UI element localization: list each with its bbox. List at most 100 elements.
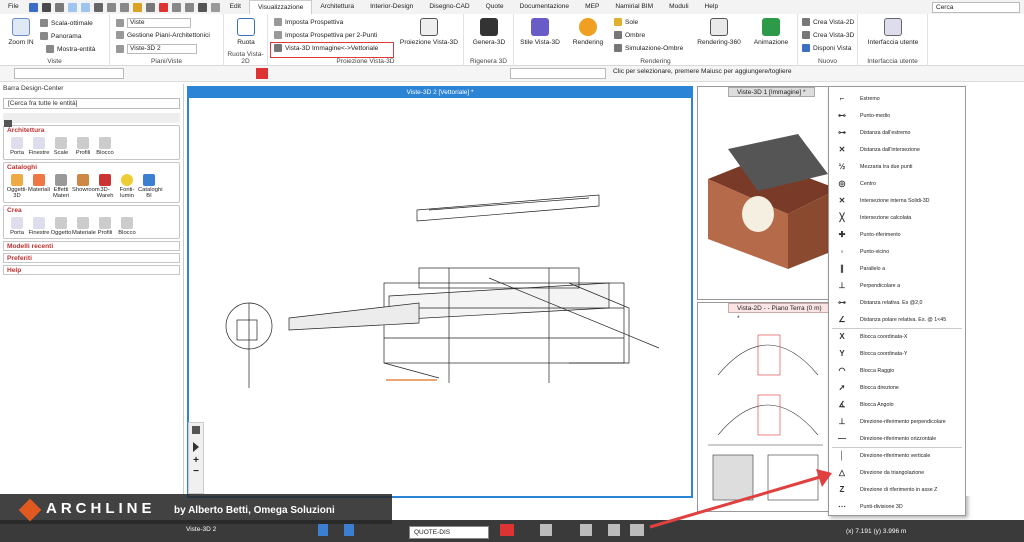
home-icon[interactable]: [4, 120, 12, 127]
crea-finestre[interactable]: Finestre: [28, 216, 50, 237]
rotate-icon[interactable]: [171, 2, 181, 12]
snap-item[interactable]: ➚ Blocca direzione: [829, 379, 965, 396]
stile-vista-button[interactable]: Stile Vista-3D: [516, 18, 564, 46]
paste-icon[interactable]: [119, 2, 129, 12]
animazione-button[interactable]: Animazione: [748, 18, 794, 46]
command-field[interactable]: [510, 68, 606, 79]
snap-item[interactable]: ⊶ Distanza dall'estremo: [829, 124, 965, 141]
scala-ottimale-button[interactable]: Scala-ottimale: [40, 19, 93, 27]
crea-materiale[interactable]: Materiale: [72, 216, 96, 237]
select-icon[interactable]: [93, 2, 103, 12]
view-selector[interactable]: Viste-3D 2: [186, 526, 216, 533]
item-blocco[interactable]: Blocco: [94, 136, 116, 157]
tab-architettura[interactable]: Architettura: [312, 0, 362, 14]
snap-item[interactable]: ✕ Intersezione interna Solidi-3D: [829, 192, 965, 209]
zoom-minus-icon[interactable]: −: [189, 466, 203, 477]
snap-item[interactable]: Z Direzione di riferimento in asse Z: [829, 481, 965, 498]
tab-moduli[interactable]: Moduli: [661, 0, 696, 14]
tab-documentazione[interactable]: Documentazione: [512, 0, 577, 14]
item-porta[interactable]: Porta: [6, 136, 28, 157]
crea-blocco[interactable]: Blocco: [116, 216, 138, 237]
snap-item[interactable]: ∠ Distanza polare relativa. Es. @ 1<45: [829, 311, 965, 328]
layer-field[interactable]: [14, 68, 124, 79]
tab-edit[interactable]: Edit: [222, 0, 249, 14]
item-fonti-lumin[interactable]: Fonti-lumin: [116, 173, 138, 200]
paint-icon[interactable]: [132, 2, 142, 12]
gestione-piani-button[interactable]: Gestione Piani-Architettonici: [116, 31, 210, 39]
redo-icon[interactable]: [80, 2, 90, 12]
section-help[interactable]: Help: [3, 265, 180, 275]
item-effetti[interactable]: Effetti Materi: [50, 173, 72, 200]
item-finestre[interactable]: Finestre: [28, 136, 50, 157]
tab-namirial-bim[interactable]: Namirial BIM: [607, 0, 661, 14]
item-profili[interactable]: Profili: [72, 136, 94, 157]
tab-interior-design[interactable]: Interior-Design: [362, 0, 421, 14]
snap-item[interactable]: ⋯ Punti-divisione 3D: [829, 498, 965, 515]
undo-icon[interactable]: [67, 2, 77, 12]
print-icon[interactable]: [54, 2, 64, 12]
ruota-button[interactable]: Ruota: [228, 18, 264, 46]
item-3d-wareh[interactable]: 3D-Wareh: [94, 173, 116, 200]
tab-disegno-cad[interactable]: Disegno-CAD: [421, 0, 477, 14]
search-input[interactable]: Cerca: [932, 2, 1020, 13]
snap-item[interactable]: │ Direzione-riferimento verticale: [829, 447, 965, 464]
section-preferiti[interactable]: Preferiti: [3, 253, 180, 263]
rendering-360-button[interactable]: Rendering-360: [692, 18, 746, 46]
snap-toggle-icon[interactable]: [580, 524, 592, 536]
vista-dropdown[interactable]: Viste-3D 2: [116, 44, 197, 54]
save-icon[interactable]: [41, 2, 51, 12]
snap-item[interactable]: △ Direzione da triangolazione: [829, 464, 965, 481]
snap-item[interactable]: ◦ Punto-vicino: [829, 243, 965, 260]
disponi-vista-button[interactable]: Disponi Vista: [802, 44, 851, 52]
viste-dropdown[interactable]: Viste: [116, 18, 191, 28]
snap-item[interactable]: ◠ Blocca Raggio: [829, 362, 965, 379]
item-materiali[interactable]: Materiali: [28, 173, 50, 200]
interfaccia-utente-button[interactable]: Interfaccia utente: [862, 18, 924, 46]
snap-item[interactable]: ✕ Distanza dall'intersezione: [829, 141, 965, 158]
snap-item[interactable]: ⊥ Perpendicolare a: [829, 277, 965, 294]
move-icon[interactable]: [145, 2, 155, 12]
north-icon[interactable]: [540, 524, 552, 536]
eraser-icon[interactable]: [500, 524, 514, 536]
snap-item[interactable]: ½ Mezzaria tra due punti: [829, 158, 965, 175]
item-showroom[interactable]: Showroom: [72, 173, 100, 200]
zoom-plus-icon[interactable]: +: [189, 455, 203, 466]
snap-item[interactable]: ⌐ Estremo: [829, 90, 965, 107]
tab-mep[interactable]: MEP: [577, 0, 607, 14]
down-arrow-icon[interactable]: [344, 524, 354, 536]
crea-profili[interactable]: Profili: [94, 216, 116, 237]
imposta-2-punti-button[interactable]: Imposta Prospettiva per 2-Punti: [274, 31, 377, 39]
ombre-button[interactable]: Ombre: [614, 31, 645, 39]
crea-porta[interactable]: Porta: [6, 216, 28, 237]
new-icon[interactable]: [28, 2, 38, 12]
snap-item[interactable]: ⊶ Distanza relativa. Es @2,0: [829, 294, 965, 311]
crea-vista-3d-button[interactable]: Crea Vista-3D: [802, 31, 854, 39]
up-arrow-icon[interactable]: [318, 524, 328, 536]
rendering-button[interactable]: Rendering: [566, 18, 610, 46]
genera-3d-button[interactable]: Genera-3D: [468, 18, 510, 46]
crea-oggetto[interactable]: Oggetto: [50, 216, 72, 237]
tab-help[interactable]: Help: [697, 0, 727, 14]
delete-icon[interactable]: [158, 2, 168, 12]
snap-item[interactable]: Y Blocca coordinata-Y: [829, 345, 965, 362]
snap-item[interactable]: ∡ Blocca Angolo: [829, 396, 965, 413]
mostra-entita-button[interactable]: Mostra-entità: [46, 45, 95, 53]
viewport-3d-vettoriale[interactable]: Viste-3D 2 [Vettoriale] *: [187, 86, 693, 498]
snap-item[interactable]: X Blocca coordinata-X: [829, 328, 965, 345]
snap-item[interactable]: ∥ Parallelo a: [829, 260, 965, 277]
more-icon[interactable]: [210, 2, 220, 12]
snap-item[interactable]: ⊷ Punto-medio: [829, 107, 965, 124]
snap-item[interactable]: ◎ Centro: [829, 175, 965, 192]
crea-vista-2d-button[interactable]: Crea Vista-2D: [802, 18, 854, 26]
snap-item[interactable]: ⊥ Direzione-riferimento perpendicolare: [829, 413, 965, 430]
zoom-in-button[interactable]: Zoom IN: [4, 18, 38, 46]
item-oggetti-3d[interactable]: Oggetti-3D: [6, 173, 28, 200]
simulazione-ombre-button[interactable]: Simulazione-Ombre: [614, 44, 683, 52]
tab-visualizzazione[interactable]: Visualizzazione: [249, 0, 313, 14]
snap-item[interactable]: ✚ Punto-riferimento: [829, 226, 965, 243]
grid-icon[interactable]: [608, 524, 620, 536]
panorama-button[interactable]: Panorama: [40, 32, 81, 40]
copy-icon[interactable]: [106, 2, 116, 12]
pen-icon[interactable]: [256, 68, 268, 79]
snap-item[interactable]: ╳ Intersezione calcolata: [829, 209, 965, 226]
